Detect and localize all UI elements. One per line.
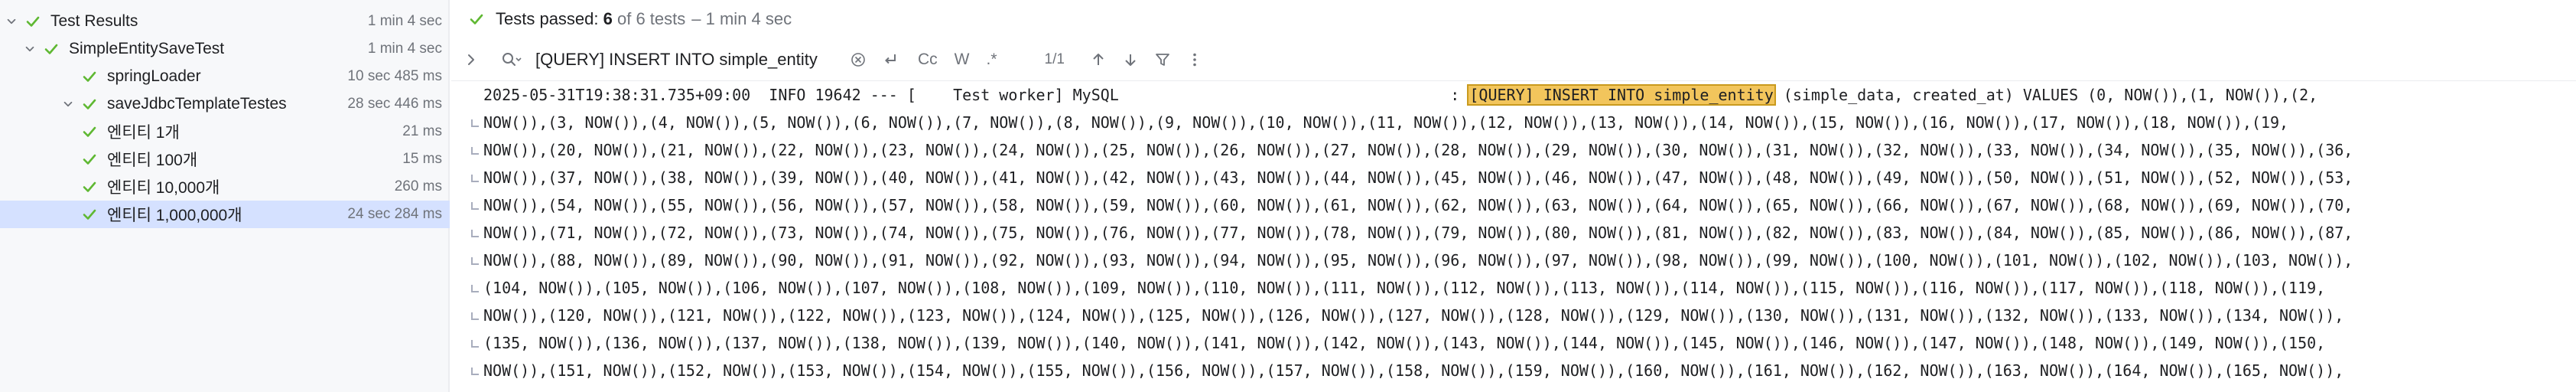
tree-item-label: saveJdbcTemplateTestes xyxy=(107,95,287,113)
search-history-icon[interactable] xyxy=(500,47,523,72)
tree-item[interactable]: Test Results 1 min 4 sec xyxy=(0,8,450,35)
clear-icon[interactable] xyxy=(847,47,869,72)
tests-total: of 6 tests xyxy=(612,9,686,28)
tree-item-label: SimpleEntitySaveTest xyxy=(69,40,225,57)
arrow-down-icon[interactable] xyxy=(1120,47,1141,72)
tree-item[interactable]: 엔티티 10,000개 260 ms xyxy=(0,173,450,201)
console-line: NOW()),(54, NOW()),(55, NOW()),(56, NOW(… xyxy=(471,191,2576,219)
regex-toggle[interactable]: .* xyxy=(987,51,997,69)
tree-item-duration: 21 ms xyxy=(402,123,442,139)
tree-item[interactable]: 엔티티 100개 15 ms xyxy=(0,145,450,173)
tests-duration: – 1 min 4 sec xyxy=(691,9,792,28)
console-line: (104, NOW()),(105, NOW()),(106, NOW()),(… xyxy=(471,274,2576,302)
more-icon[interactable] xyxy=(1184,47,1205,72)
newline-icon[interactable] xyxy=(880,47,901,72)
tree-item-duration: 28 sec 446 ms xyxy=(347,96,442,112)
check-icon xyxy=(468,11,485,28)
chevron-down-icon[interactable] xyxy=(23,42,37,56)
tree-item-label: 엔티티 1개 xyxy=(107,124,180,142)
chevron-right-icon[interactable] xyxy=(460,47,482,72)
tree-item[interactable]: saveJdbcTemplateTestes 28 sec 446 ms xyxy=(0,90,450,118)
tree-item-label: springLoader xyxy=(107,67,201,85)
filter-icon[interactable] xyxy=(1152,47,1173,72)
check-icon xyxy=(81,178,98,195)
console-line: NOW()),(20, NOW()),(21, NOW()),(22, NOW(… xyxy=(471,136,2576,164)
tests-passed-prefix: Tests passed: xyxy=(496,9,603,28)
tree-item-duration: 24 sec 284 ms xyxy=(347,206,442,222)
match-count: 1/1 xyxy=(1044,51,1065,67)
check-icon xyxy=(81,206,98,223)
tree-item[interactable]: SimpleEntitySaveTest 1 min 4 sec xyxy=(0,35,450,63)
tree-item-duration: 1 min 4 sec xyxy=(367,13,442,29)
tree-item-duration: 15 ms xyxy=(402,151,442,167)
whole-words-toggle[interactable]: W xyxy=(955,51,970,69)
console-line: 2025-05-31T19:38:31.735+09:00 INFO 19642… xyxy=(483,81,2576,109)
console-line: NOW()),(120, NOW()),(121, NOW()),(122, N… xyxy=(471,302,2576,329)
console-line: NOW()),(88, NOW()),(89, NOW()),(90, NOW(… xyxy=(471,247,2576,274)
check-icon xyxy=(24,13,41,30)
tree-item-label: Test Results xyxy=(50,12,138,30)
tests-passed-text: Tests passed: 6 of 6 tests xyxy=(496,9,685,29)
check-icon xyxy=(81,68,98,85)
test-results-tree: Test Results 1 min 4 sec SimpleEntitySaveT… xyxy=(0,0,450,392)
tree-item-label: 엔티티 10,000개 xyxy=(107,179,220,197)
tree-item-duration: 1 min 4 sec xyxy=(367,41,442,57)
match-case-toggle[interactable]: Cc xyxy=(918,51,938,69)
check-icon xyxy=(81,123,98,140)
console-line: NOW()),(151, NOW()),(152, NOW()),(153, N… xyxy=(471,357,2576,384)
tree-item-duration: 260 ms xyxy=(394,178,442,194)
console-search-bar: Cc W .* 1/1 xyxy=(451,38,2576,81)
console-line: NOW()),(37, NOW()),(38, NOW()),(39, NOW(… xyxy=(471,164,2576,191)
tests-passed-count: 6 xyxy=(603,9,613,28)
check-icon xyxy=(43,41,60,57)
tree-item[interactable]: 엔티티 1,000,000개 24 sec 284 ms xyxy=(0,201,450,228)
check-icon xyxy=(81,151,98,168)
tree-item-label: 엔티티 1,000,000개 xyxy=(107,207,242,224)
tree-item-duration: 10 sec 485 ms xyxy=(347,68,442,84)
tree-item[interactable]: 엔티티 1개 21 ms xyxy=(0,118,450,145)
tree-item[interactable]: springLoader 10 sec 485 ms xyxy=(0,63,450,90)
chevron-down-icon[interactable] xyxy=(61,97,75,111)
search-match-highlight: [QUERY] INSERT INTO simple_entity xyxy=(1467,84,1776,106)
test-status-bar: Tests passed: 6 of 6 tests – 1 min 4 sec xyxy=(451,0,2576,38)
tree-item-label: 엔티티 100개 xyxy=(107,152,198,169)
arrow-up-icon[interactable] xyxy=(1088,47,1109,72)
console-line: NOW()),(3, NOW()),(4, NOW()),(5, NOW()),… xyxy=(471,109,2576,136)
check-icon xyxy=(81,96,98,113)
log-prefix: 2025-05-31T19:38:31.735+09:00 INFO 19642… xyxy=(483,86,1469,104)
console-line: (135, NOW()),(136, NOW()),(137, NOW()),(… xyxy=(471,329,2576,357)
console-output[interactable]: 2025-05-31T19:38:31.735+09:00 INFO 19642… xyxy=(451,81,2576,392)
search-input[interactable] xyxy=(535,47,847,72)
log-message: (simple_data, created_at) VALUES (0, NOW… xyxy=(1774,86,2318,104)
console-line: NOW()),(71, NOW()),(72, NOW()),(73, NOW(… xyxy=(471,219,2576,247)
chevron-down-icon[interactable] xyxy=(5,15,18,28)
